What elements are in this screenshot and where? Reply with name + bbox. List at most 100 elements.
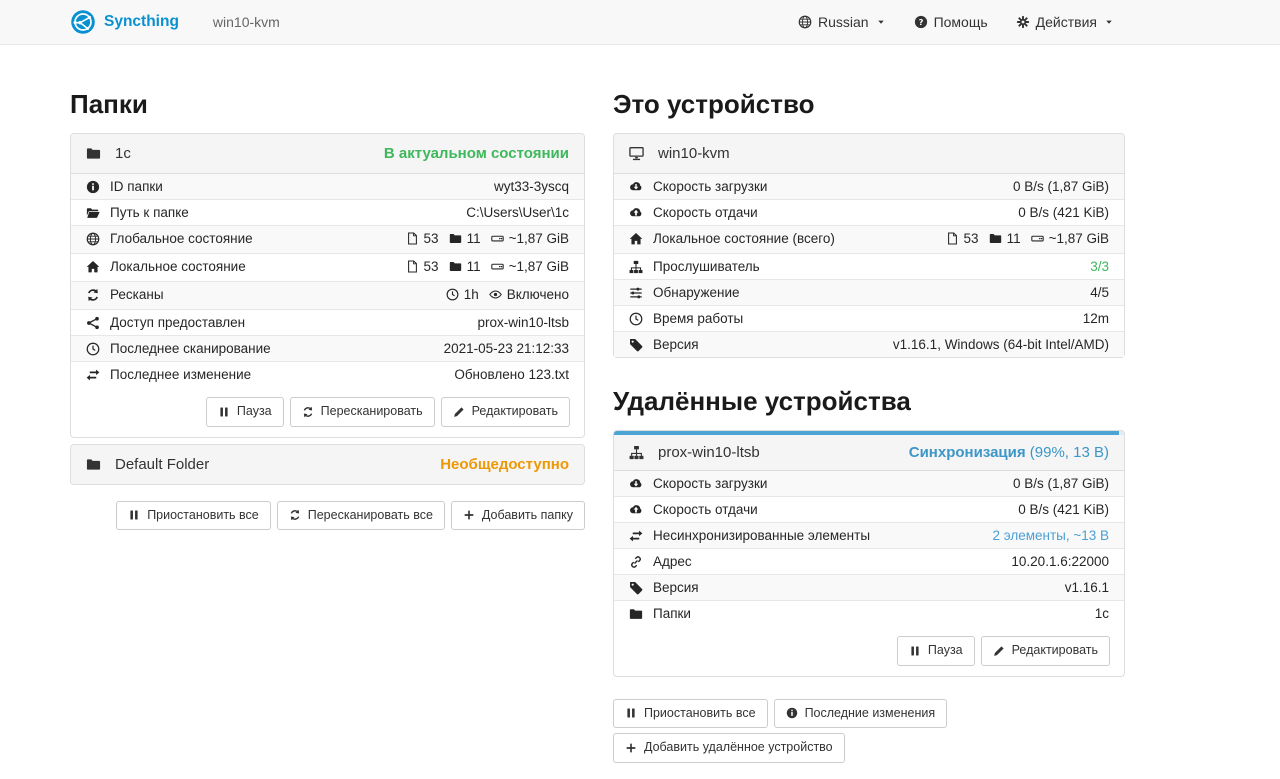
value-segment: ~1,87 GiB (1031, 231, 1109, 246)
value-segment: 1c (1095, 606, 1109, 621)
caret-down-icon (1104, 17, 1114, 27)
folder-id-row: ID папкиwyt33-3yscq (71, 174, 584, 200)
pause-all-devices-button-label: Приостановить все (644, 705, 756, 723)
syncthing-logo-icon (70, 9, 96, 35)
help-menu-label: Помощь (934, 14, 988, 30)
this-device-name: win10-kvm (658, 145, 1109, 162)
remote-device-details-table: Скорость загрузки0 B/s (1,87 GiB)Скорост… (614, 471, 1124, 626)
this-device-panel: win10-kvm Скорость загрузки 0 B/s (1,87 G… (613, 133, 1125, 358)
upload-icon (629, 503, 643, 517)
version-row-label: Версия (653, 337, 699, 352)
folder-panel-1c: 1c В актуальном состоянии ID папкиwyt33-… (70, 133, 585, 438)
remote-download-rate-row-label: Скорость загрузки (653, 476, 767, 491)
value-segment: 11 (989, 231, 1021, 246)
device-edit-button-label: Редактировать (1012, 642, 1098, 660)
link-icon (629, 555, 643, 569)
clock-icon (629, 312, 643, 326)
actions-menu-label: Действия (1036, 14, 1097, 30)
remote-device-header[interactable]: prox-win10-ltsb Синхронизация (99%, 13 B… (614, 435, 1124, 471)
language-menu[interactable]: Russian (798, 14, 886, 30)
folder-open-icon (86, 206, 100, 220)
device-edit-button[interactable]: Редактировать (981, 636, 1110, 666)
info-circle-icon (786, 707, 798, 719)
navbar-menu: Russian Помощь Действия (798, 14, 1266, 30)
folder-icon (86, 457, 101, 472)
folder-icon (86, 146, 101, 161)
folder-edit-button[interactable]: Редактировать (441, 397, 570, 427)
listeners-row: Прослушиватель3/3 (614, 254, 1124, 280)
value-segment: 53 (406, 259, 439, 274)
value-segment: ~1,87 GiB (491, 259, 569, 274)
value-segment: 4/5 (1090, 285, 1109, 300)
folder-actions: ПаузаПересканироватьРедактировать (71, 387, 584, 437)
last-change-row-label: Последнее изменение (110, 367, 251, 382)
hdd-icon (1031, 232, 1044, 245)
value-segment: 12m (1083, 311, 1109, 326)
version-row: Версия v1.16.1, Windows (64-bit Intel/AMD… (614, 332, 1124, 358)
download-rate-row-label: Скорость загрузки (653, 179, 767, 194)
remote-device-name: prox-win10-ltsb (658, 444, 895, 461)
pause-all-devices-button[interactable]: Приостановить все (613, 699, 768, 729)
upload-icon (629, 206, 643, 220)
add-remote-device-button[interactable]: Добавить удалённое устройство (613, 733, 845, 763)
pause-icon (909, 645, 921, 657)
folder-id-row-label: ID папки (110, 179, 163, 194)
rescan-all-button[interactable]: Пересканировать все (277, 501, 445, 531)
shared-with-row: Доступ предоставленprox-win10-ltsb (71, 310, 584, 336)
remote-folders-row-label: Папки (653, 606, 691, 621)
last-scan-row: Последнее сканирование2021-05-23 21:12:3… (71, 336, 584, 362)
folder-1c-header[interactable]: 1c В актуальном состоянии (71, 134, 584, 174)
remote-device-status: Синхронизация (99%, 13 B) (909, 444, 1109, 461)
folders-column: Папки 1c В актуальном состоянии ID папки… (70, 89, 585, 763)
pause-icon (128, 509, 140, 521)
this-device-section-title: Это устройство (613, 89, 1125, 119)
actions-menu[interactable]: Действия (1016, 14, 1114, 30)
pause-all-folders-button[interactable]: Приостановить все (116, 501, 271, 531)
upload-rate-row: Скорость отдачи 0 B/s (421 KiB) (614, 200, 1124, 226)
discovery-row-label: Обнаружение (653, 285, 740, 300)
upload-rate-row-label: Скорость отдачи (653, 205, 758, 220)
file-icon (406, 260, 419, 273)
value-segment: ~1,87 GiB (491, 231, 569, 246)
home-icon (629, 232, 643, 246)
value-segment: 53 (406, 231, 439, 246)
sliders-icon (629, 286, 643, 300)
local-state-row: Локальное состояние5311~1,87 GiB (71, 254, 584, 282)
value-segment: v1.16.1, Windows (64-bit Intel/AMD) (893, 337, 1109, 352)
top-navbar: Syncthing win10-kvm RussianПомощьДействи… (0, 0, 1280, 45)
remote-upload-rate-row: Скорость отдачи0 B/s (421 KiB) (614, 497, 1124, 523)
out-of-sync-row-label: Несинхронизированные элементы (653, 528, 870, 543)
hdd-icon (491, 232, 504, 245)
shared-with-row-label: Доступ предоставлен (110, 315, 245, 330)
add-folder-button[interactable]: Добавить папку (451, 501, 585, 531)
sitemap-icon (629, 445, 644, 460)
folder-rescan-button[interactable]: Пересканировать (290, 397, 435, 427)
value-segment: 10.20.1.6:22000 (1011, 554, 1109, 569)
download-icon (629, 180, 643, 194)
help-menu[interactable]: Помощь (914, 14, 988, 30)
share-icon (86, 316, 100, 330)
recent-changes-button[interactable]: Последние изменения (774, 699, 948, 729)
folder-details-table: ID папкиwyt33-3yscqПуть к папкеC:\Users\… (71, 174, 584, 387)
language-menu-label: Russian (818, 14, 869, 30)
plus-icon (625, 742, 637, 754)
sitemap-icon (629, 260, 643, 274)
folder-pause-button[interactable]: Пауза (206, 397, 284, 427)
device-pause-button[interactable]: Пауза (897, 636, 975, 666)
remote-status-detail: (99%, 13 B) (1030, 444, 1109, 461)
folder-default-name: Default Folder (115, 456, 426, 473)
folder-name: 1c (115, 145, 370, 162)
rescan-all-button-label: Пересканировать все (308, 507, 433, 525)
value-segment[interactable]: 2 элементы, ~13 B (992, 528, 1109, 543)
folder-default-header[interactable]: Default Folder Необщедоступно (71, 445, 584, 484)
remote-folders-row: Папки 1c (614, 601, 1124, 627)
value-segment: 0 B/s (421 KiB) (1018, 502, 1109, 517)
folder-path-row: Путь к папкеC:\Users\User\1c (71, 200, 584, 226)
value-segment: 0 B/s (1,87 GiB) (1013, 179, 1109, 194)
this-device-header[interactable]: win10-kvm (614, 134, 1124, 174)
value-segment: 0 B/s (421 KiB) (1018, 205, 1109, 220)
file-icon (946, 232, 959, 245)
remote-device-panel: prox-win10-ltsb Синхронизация (99%, 13 B… (613, 430, 1125, 677)
refresh-icon (86, 288, 100, 302)
global-state-row: Глобальное состояние5311~1,87 GiB (71, 226, 584, 254)
